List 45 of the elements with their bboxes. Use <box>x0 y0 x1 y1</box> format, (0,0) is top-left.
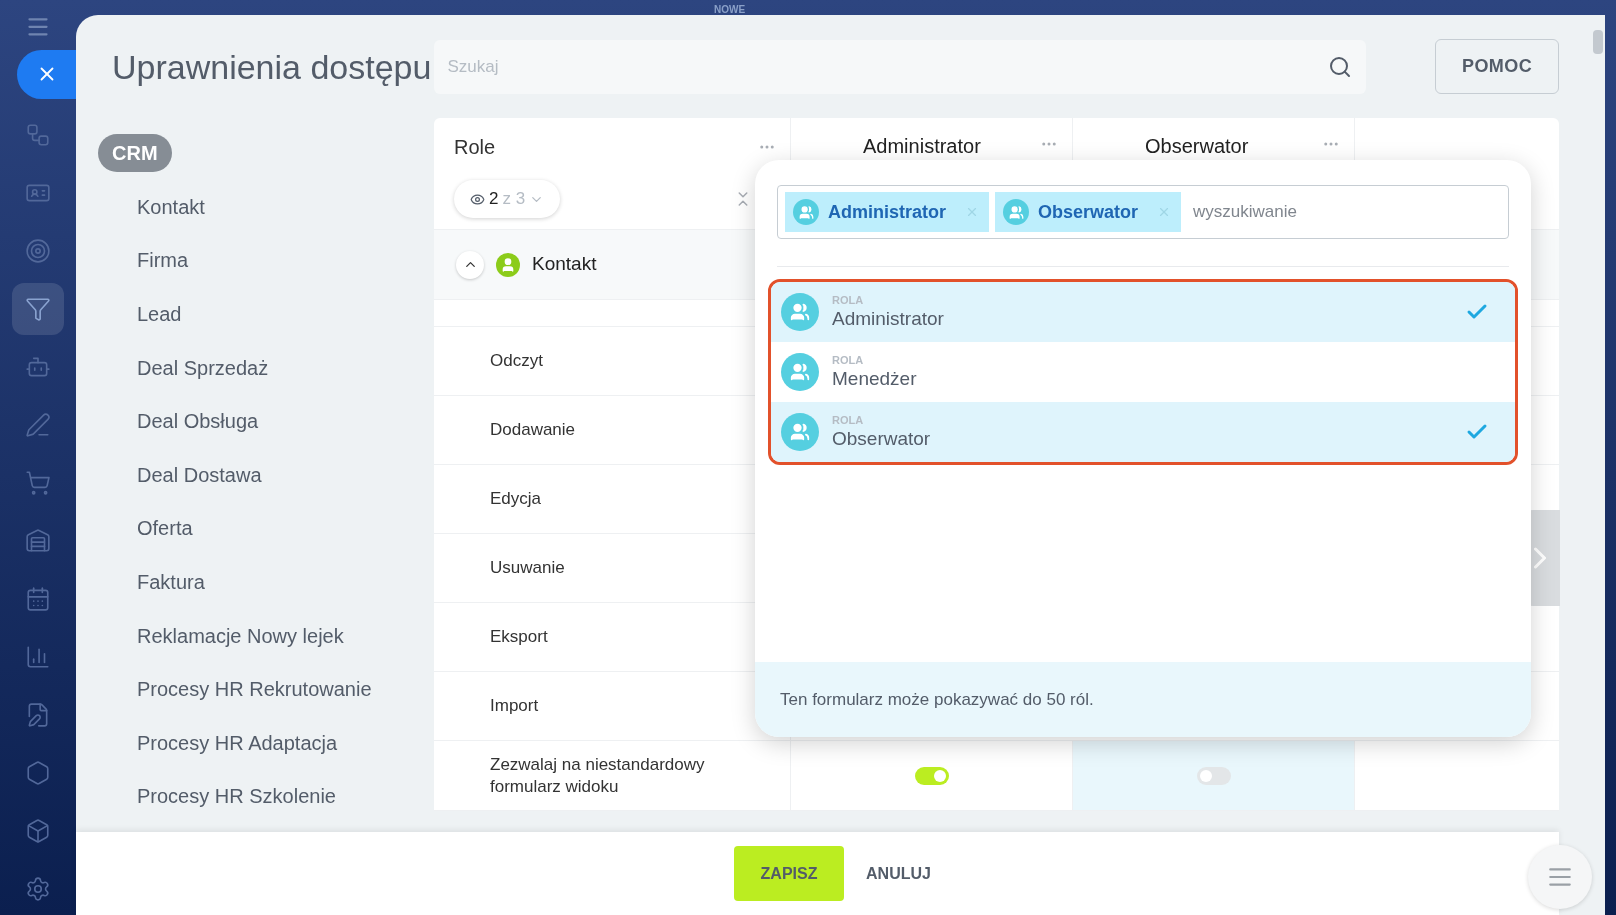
nav-item[interactable]: Faktura <box>98 555 434 609</box>
nav-item[interactable]: Firma <box>98 233 434 288</box>
role-option[interactable]: ROLA Obserwator <box>771 402 1515 462</box>
option-name: Administrator <box>832 306 945 331</box>
nav-item[interactable]: Procesy HR Rekrutowanie <box>98 662 434 716</box>
permission-label: Zezwalaj na niestandardowy formularz widoku <box>490 753 706 798</box>
option-name: Obserwator <box>832 426 932 451</box>
cancel-button[interactable]: ANULUJ <box>866 861 931 886</box>
selected-tag[interactable]: Administrator <box>785 192 989 232</box>
view-filter[interactable]: 2 z 3 <box>454 180 561 218</box>
section-badge[interactable]: CRM <box>98 134 172 172</box>
permission-label: Eksport <box>490 626 548 649</box>
column-header: Administrator <box>863 134 981 159</box>
page-title: Uprawnienia dostępu <box>112 46 432 88</box>
permission-label: Odczyt <box>490 350 543 373</box>
nav-item[interactable]: Kontakt <box>98 180 434 234</box>
option-caption: ROLA <box>832 293 865 307</box>
limit-note: Ten formularz może pokazywać do 50 ról. <box>780 688 1094 711</box>
option-caption: ROLA <box>832 353 865 367</box>
nav-item[interactable]: Lead <box>98 287 434 341</box>
permission-label: Dodawanie <box>490 419 576 442</box>
nav-item[interactable]: Deal Sprzedaż <box>98 340 434 395</box>
search-field[interactable]: Szukaj <box>433 39 1367 94</box>
permission-label: Usuwanie <box>490 557 565 580</box>
role-option[interactable]: ROLA Administrator <box>771 282 1515 342</box>
help-button[interactable]: POMOC <box>1435 39 1559 94</box>
search-input[interactable]: Szukaj <box>447 53 1329 80</box>
top-label: NOWE <box>714 3 746 17</box>
group-title: Kontakt <box>532 252 597 277</box>
selected-tag[interactable]: Obserwator <box>995 192 1182 232</box>
nav-item[interactable]: Oferta <box>98 501 434 556</box>
nav-item[interactable]: Procesy HR Adaptacja <box>98 715 434 770</box>
tag-selector-field[interactable]: Administrator Obserwator wyszukiwanie <box>777 185 1509 239</box>
option-caption: ROLA <box>832 413 865 427</box>
role-search-input[interactable]: wyszukiwanie <box>1193 199 1501 225</box>
column-header: Role <box>454 135 496 160</box>
nav-item[interactable]: Procesy HR Szkolenie <box>98 769 434 824</box>
permission-label: Import <box>490 695 539 718</box>
save-button[interactable]: ZAPISZ <box>734 846 845 901</box>
nav-item[interactable]: Reklamacje Nowy lejek <box>98 608 434 663</box>
option-name: Menedżer <box>832 366 918 391</box>
nav-item[interactable]: Deal Dostawa <box>98 447 434 502</box>
column-header: Obserwator <box>1145 134 1249 159</box>
permission-label: Edycja <box>490 488 542 511</box>
nav-item[interactable]: Deal Obsługa <box>98 394 434 448</box>
